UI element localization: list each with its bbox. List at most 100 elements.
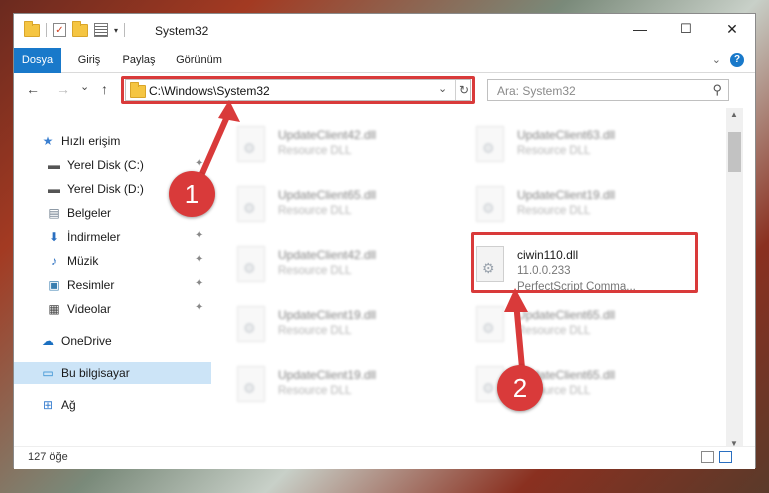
file-item[interactable]: UpdateClient42.dll Resource DLL — [235, 122, 455, 174]
separator — [46, 23, 47, 37]
sidebar-item-label: İndirmeler — [67, 230, 121, 244]
tab-home[interactable]: Giriş — [71, 48, 107, 72]
title-bar: ✓ ▾ System32 — ☐ ✕ — [14, 14, 755, 48]
scroll-thumb[interactable] — [728, 132, 741, 172]
sidebar-item-label: Bu bilgisayar — [61, 366, 130, 380]
file-type: Resource DLL — [278, 265, 352, 277]
pictures-icon: ▣ — [48, 278, 60, 292]
window-title: System32 — [155, 24, 209, 38]
file-name: UpdateClient65.dll — [517, 308, 616, 322]
minimize-button[interactable]: — — [617, 14, 663, 44]
file-name: UpdateClient65.dll — [278, 188, 377, 202]
sidebar-item[interactable]: ⬇ İndirmeler ✦ — [14, 226, 211, 248]
file-item[interactable]: UpdateClient42.dll Resource DLL — [235, 242, 455, 294]
tab-share[interactable]: Paylaş — [118, 48, 160, 72]
dll-file-icon — [476, 306, 504, 342]
dll-file-icon — [237, 126, 265, 162]
file-type: Resource DLL — [278, 325, 352, 337]
file-name: UpdateClient19.dll — [278, 368, 377, 382]
drive-icon: ▬ — [48, 182, 60, 196]
sidebar-item[interactable]: ☁ OneDrive — [14, 330, 211, 352]
dll-file-icon — [476, 126, 504, 162]
file-name: UpdateClient42.dll — [278, 128, 377, 142]
close-button[interactable]: ✕ — [709, 14, 755, 44]
drive-icon: ▬ — [48, 158, 60, 172]
forward-button[interactable]: → — [56, 81, 70, 97]
file-highlight-box — [471, 232, 698, 293]
details-view-icon[interactable] — [701, 451, 714, 463]
properties-check-icon[interactable]: ✓ — [53, 23, 66, 37]
sidebar-item[interactable]: ▦ Videolar ✦ — [14, 298, 211, 320]
star-icon: ★ — [42, 134, 54, 148]
file-name: UpdateClient63.dll — [517, 128, 616, 142]
help-icon[interactable]: ? — [730, 53, 744, 67]
file-type: Resource DLL — [278, 205, 352, 217]
file-item[interactable]: UpdateClient65.dll Resource DLL — [235, 182, 455, 234]
maximize-button[interactable]: ☐ — [663, 14, 709, 44]
new-folder-icon[interactable] — [72, 20, 88, 37]
pin-icon[interactable]: ✦ — [195, 158, 203, 169]
documents-icon: ▤ — [48, 206, 60, 220]
address-highlight-box — [121, 76, 475, 104]
sidebar-item-label: Yerel Disk (C:) — [67, 158, 144, 172]
music-icon: ♪ — [51, 254, 57, 268]
expand-ribbon-icon[interactable]: ⌄ — [712, 53, 721, 66]
video-icon: ▦ — [48, 302, 60, 316]
dll-file-icon — [237, 186, 265, 222]
callout-1: 1 — [169, 171, 215, 217]
sidebar-item-label: Belgeler — [67, 206, 112, 220]
pin-icon[interactable]: ✦ — [195, 254, 203, 265]
quick-access-toolbar: ✓ ▾ — [24, 20, 126, 37]
sidebar-item[interactable]: ▭ Bu bilgisayar — [14, 362, 211, 384]
file-item[interactable]: UpdateClient19.dll Resource DLL — [235, 302, 455, 354]
large-icons-view-icon[interactable] — [719, 451, 732, 463]
file-type: Resource DLL — [517, 325, 591, 337]
file-item[interactable]: UpdateClient63.dll Resource DLL — [474, 122, 694, 174]
computer-icon: ▭ — [42, 366, 54, 380]
file-item[interactable]: UpdateClient19.dll Resource DLL — [474, 182, 694, 234]
sidebar-item[interactable]: ★ Hızlı erişim — [14, 130, 211, 152]
scroll-up-icon[interactable]: ▲ — [730, 110, 738, 119]
pin-icon[interactable]: ✦ — [195, 230, 203, 241]
up-button[interactable]: ↑ — [101, 81, 108, 97]
network-icon: ⊞ — [42, 398, 54, 412]
tab-view[interactable]: Görünüm — [171, 48, 227, 72]
sidebar-item-label: OneDrive — [61, 334, 112, 348]
sidebar-item[interactable]: ▣ Resimler ✦ — [14, 274, 211, 296]
file-type: Resource DLL — [517, 205, 591, 217]
separator — [124, 23, 126, 37]
sidebar-item-label: Resimler — [67, 278, 115, 292]
file-item[interactable]: UpdateClient19.dll Resource DLL — [235, 362, 455, 414]
sidebar-item[interactable]: ⊞ Ağ — [14, 394, 211, 416]
file-type: Resource DLL — [278, 385, 352, 397]
vertical-scrollbar[interactable]: ▲ ▼ — [726, 108, 743, 452]
dll-file-icon — [237, 246, 265, 282]
pin-icon[interactable]: ✦ — [195, 278, 203, 289]
sidebar-item-label: Yerel Disk (D:) — [67, 182, 144, 196]
cloud-icon: ☁ — [42, 334, 54, 348]
file-item[interactable]: UpdateClient65.dll Resource DLL — [474, 302, 694, 354]
dll-file-icon — [237, 366, 265, 402]
item-count: 127 öğe — [28, 451, 68, 463]
ribbon-tabs: Dosya Giriş Paylaş Görünüm ⌄ ? — [14, 48, 755, 100]
recent-locations-button[interactable]: ⌄ — [80, 80, 89, 93]
navigation-bar: ← → ⌄ ↑ C:\Windows\System32 ⌄ ↻ Ara: Sys… — [14, 73, 755, 107]
pin-icon[interactable]: ✦ — [195, 302, 203, 313]
search-icon: ⚲ — [712, 82, 722, 97]
callout-2: 2 — [497, 365, 543, 411]
sidebar-item-label: Hızlı erişim — [61, 134, 121, 148]
sidebar-item-label: Müzik — [67, 254, 99, 268]
search-input[interactable]: Ara: System32 ⚲ — [487, 79, 729, 101]
file-name: UpdateClient42.dll — [278, 248, 377, 262]
customize-toolbar-icon[interactable]: ▾ — [114, 26, 118, 35]
download-icon: ⬇ — [48, 230, 60, 244]
dll-file-icon — [237, 306, 265, 342]
file-type: Resource DLL — [278, 145, 352, 157]
sidebar-item[interactable]: ♪ Müzik ✦ — [14, 250, 211, 272]
list-properties-icon[interactable] — [94, 23, 108, 37]
dll-file-icon — [476, 186, 504, 222]
sidebar-item-label: Videolar — [67, 302, 111, 316]
navigation-pane: ★ Hızlı erişim ▬ Yerel Disk (C:) ✦ ▬ Yerel Dis… — [14, 108, 211, 452]
file-name: UpdateClient19.dll — [517, 188, 616, 202]
back-button[interactable]: ← — [26, 81, 40, 97]
